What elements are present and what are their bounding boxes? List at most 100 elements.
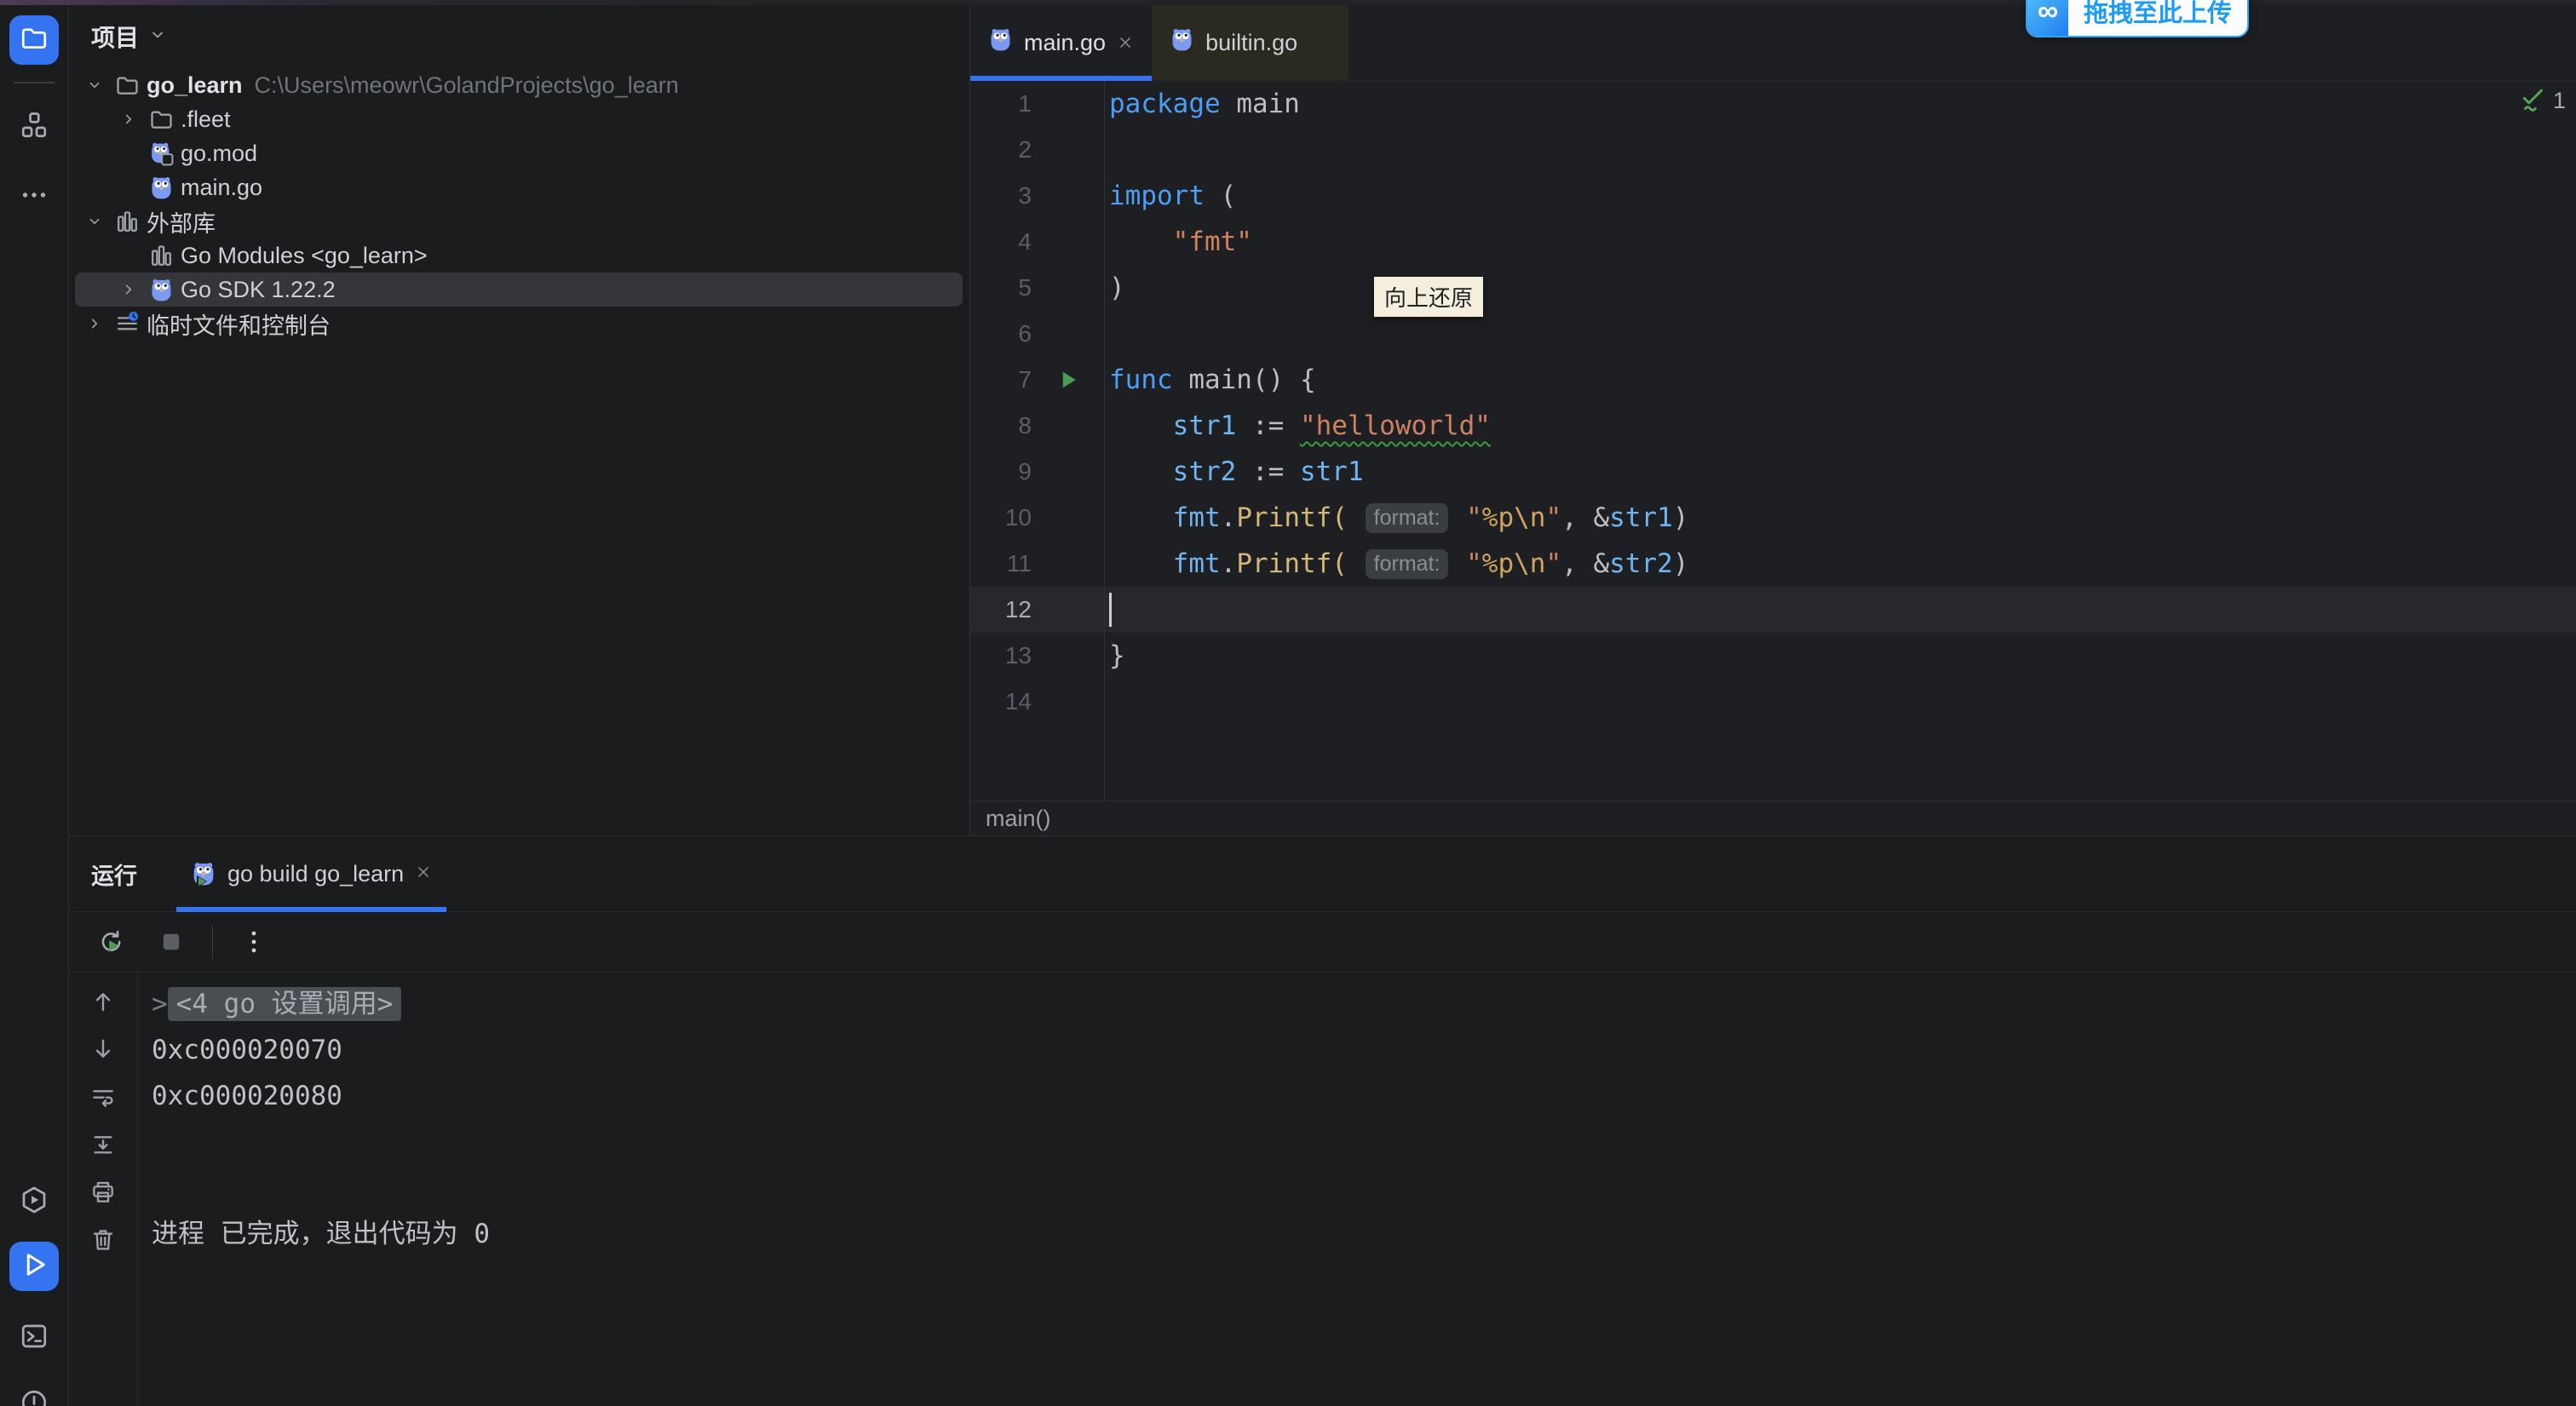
console-folded-line[interactable]: ><4 go 设置调用> — [152, 981, 2576, 1027]
scratches-icon — [111, 307, 143, 341]
code-text: import ( — [1104, 181, 1236, 211]
toolbar-divider — [212, 925, 213, 959]
chevron-right-icon[interactable] — [112, 102, 145, 136]
services-icon — [19, 1185, 49, 1219]
project-panel-title: 项目 — [91, 20, 139, 54]
tree-item-label: go.mod — [181, 141, 257, 167]
stop-button[interactable] — [152, 923, 190, 961]
drag-upload-badge[interactable]: ∞ 拖拽至此上传 — [2026, 0, 2249, 37]
print-button[interactable] — [86, 1175, 120, 1209]
console-line — [152, 1165, 2576, 1211]
code-line-3[interactable]: 3import ( — [970, 173, 2576, 219]
console-line: 0xc000020080 — [152, 1073, 2576, 1119]
code-text: "fmt" — [1104, 227, 1252, 257]
tree-item-label: 外部库 — [147, 205, 216, 238]
run-config-tab[interactable]: go build go_learn — [176, 836, 446, 911]
structure-icon — [19, 110, 49, 145]
gutter-divider — [1104, 81, 1105, 801]
code-line-9[interactable]: 9 str2 := str1 — [970, 449, 2576, 495]
breadcrumb-item[interactable]: main() — [986, 806, 1051, 832]
line-number: 13 — [970, 642, 1032, 669]
console-left-toolbar — [69, 973, 138, 1406]
tree-item-go-sdk-1.22.2[interactable]: Go SDK 1.22.2 — [75, 273, 963, 307]
code-line-5[interactable]: 5) — [970, 265, 2576, 311]
folded-command[interactable]: <4 go 设置调用> — [168, 987, 402, 1021]
tree-item-go-modules-go-learn-[interactable]: Go Modules <go_learn> — [75, 238, 963, 273]
code-line-14[interactable]: 14 — [970, 679, 2576, 725]
activitybar-run-button[interactable] — [9, 1242, 59, 1291]
close-icon[interactable] — [1116, 33, 1135, 52]
code-line-11[interactable]: 11 fmt.Printf( format: "%p\n", &str2) — [970, 541, 2576, 587]
chevron-down-icon[interactable] — [78, 68, 111, 102]
code-line-7[interactable]: 7func main() { — [970, 357, 2576, 403]
code-line-8[interactable]: 8 str1 := "helloworld" — [970, 403, 2576, 449]
line-number: 12 — [970, 596, 1032, 623]
project-tool-window: 项目 go_learnC:\Users\meowr\GolandProjects… — [69, 5, 969, 835]
gutter-slot — [1032, 449, 1104, 495]
editor-tab-builtin-go[interactable]: builtin.go — [1152, 5, 1348, 80]
editor-tab-label: builtin.go — [1205, 30, 1297, 56]
tree-item-go-learn[interactable]: go_learnC:\Users\meowr\GolandProjects\go… — [75, 68, 963, 102]
activitybar-more-tools-button[interactable] — [9, 172, 59, 221]
more-horizontal-icon — [19, 180, 49, 215]
editor-tab-main-go[interactable]: main.go — [970, 5, 1152, 80]
run-gutter-icon[interactable] — [1032, 357, 1104, 403]
run-tool-window: 运行 go build go_learn ><4 go 设置调用>0xc0000… — [69, 835, 2576, 1406]
close-icon[interactable] — [414, 861, 433, 887]
tree-item-go.mod[interactable]: go.mod — [75, 136, 963, 170]
run-panel-tab-bar: 运行 go build go_learn — [69, 836, 2576, 912]
tree-item--[interactable]: 临时文件和控制台 — [75, 307, 963, 341]
inspection-count: 1 — [2553, 88, 2566, 114]
chevron-spacer — [112, 238, 145, 273]
gutter-slot — [1032, 219, 1104, 265]
activitybar-terminal-button[interactable] — [9, 1313, 59, 1363]
activitybar-services-button[interactable] — [9, 1177, 59, 1226]
project-panel-header[interactable]: 项目 — [69, 5, 969, 68]
library-icon — [111, 204, 143, 238]
infinity-icon: ∞ — [2027, 0, 2068, 36]
code-line-1[interactable]: 1package main — [970, 81, 2576, 127]
tree-item-label: 临时文件和控制台 — [147, 307, 331, 341]
tree-item-path: C:\Users\meowr\GolandProjects\go_learn — [255, 72, 679, 99]
soft-wrap-button[interactable] — [86, 1080, 120, 1114]
gutter-slot — [1032, 81, 1104, 127]
tree-item-main.go[interactable]: main.go — [75, 170, 963, 204]
chevron-right-icon[interactable] — [78, 307, 111, 341]
line-number: 4 — [970, 228, 1032, 255]
console-output[interactable]: ><4 go 设置调用>0xc0000200700xc000020080进程 已… — [138, 973, 2576, 1406]
tree-item-label: Go Modules <go_learn> — [181, 243, 428, 269]
tree-item-label: main.go — [181, 175, 262, 201]
code-line-10[interactable]: 10 fmt.Printf( format: "%p\n", &str1) — [970, 495, 2576, 541]
scroll-to-end-button[interactable] — [86, 1128, 120, 1162]
chevron-down-icon[interactable] — [78, 204, 111, 238]
code-line-6[interactable]: 6 — [970, 311, 2576, 357]
code-editor[interactable]: 1package main23import (4 "fmt"5)67func m… — [970, 81, 2576, 801]
code-text: str1 := "helloworld" — [1104, 410, 1491, 441]
line-number: 14 — [970, 688, 1032, 715]
tree-item-.fleet[interactable]: .fleet — [75, 102, 963, 136]
activitybar-problems-button[interactable] — [9, 1380, 59, 1406]
code-line-13[interactable]: 13} — [970, 633, 2576, 679]
tree-item-label: .fleet — [181, 106, 231, 133]
restore-up-hint[interactable]: 向上还原 — [1374, 277, 1483, 317]
gutter-slot — [1032, 495, 1104, 541]
gopher-icon — [145, 170, 177, 204]
inspections-widget[interactable]: 1 — [2519, 84, 2566, 118]
tree-item--[interactable]: 外部库 — [75, 204, 963, 238]
prev-occurrence-button[interactable] — [86, 984, 120, 1019]
ide-window: 项目 go_learnC:\Users\meowr\GolandProjects… — [0, 0, 2576, 1406]
line-number: 9 — [970, 458, 1032, 485]
code-line-4[interactable]: 4 "fmt" — [970, 219, 2576, 265]
activitybar-structure-button[interactable] — [9, 102, 59, 152]
console-prompt: > — [152, 989, 168, 1019]
clear-all-button[interactable] — [86, 1223, 120, 1257]
code-line-12[interactable]: 12 — [970, 587, 2576, 633]
code-line-2[interactable]: 2 — [970, 127, 2576, 173]
rerun-button[interactable] — [93, 923, 130, 961]
options-button[interactable] — [235, 923, 273, 961]
chevron-right-icon[interactable] — [112, 273, 145, 307]
next-occurrence-button[interactable] — [86, 1032, 120, 1066]
run-config-tab-label: go build go_learn — [227, 861, 404, 887]
activitybar-project-button[interactable] — [9, 15, 59, 65]
gutter-slot — [1032, 679, 1104, 725]
